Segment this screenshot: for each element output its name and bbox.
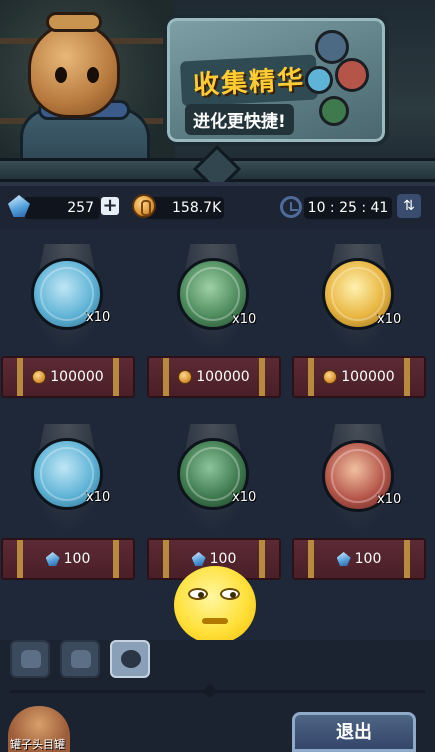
add-gems-button[interactable]: + (101, 197, 119, 215)
price-label: 100 (209, 551, 237, 567)
coin-icon (132, 194, 156, 218)
coin-icon (32, 370, 47, 384)
price-label: 100000 (196, 369, 250, 385)
essence-icon (121, 650, 141, 668)
coin-count: 158.7K (144, 197, 224, 219)
jars-icon (71, 650, 91, 668)
promo-title: 收集精华 (179, 54, 319, 107)
jar-eye (55, 67, 67, 83)
emoji-eye (220, 588, 240, 600)
banner: 收集精华 进化更快捷! (0, 0, 435, 182)
buy-button[interactable]: 100000 (292, 356, 426, 398)
item-quantity: x10 (232, 490, 257, 505)
jar-character-lid (46, 12, 102, 32)
promo-sign: 收集精华 进化更快捷! (163, 14, 389, 146)
exit-button[interactable]: 退出 (292, 712, 416, 752)
coin-icon (323, 370, 338, 384)
jar-character-head (28, 22, 120, 118)
jar-eye (87, 67, 99, 83)
coin-icon (178, 370, 193, 384)
item-quantity: x10 (232, 312, 257, 327)
item-quantity: x10 (86, 490, 111, 505)
promo-subtitle: 进化更快捷! (185, 104, 294, 135)
clock-icon (280, 196, 302, 218)
buy-button[interactable]: 100000 (1, 356, 135, 398)
gem-count: 257 (24, 197, 100, 219)
price-label: 100 (354, 551, 382, 567)
tab-jar-small[interactable] (10, 640, 50, 678)
buy-button[interactable]: 100 (292, 538, 426, 580)
buy-button[interactable]: 100 (1, 538, 135, 580)
essence-badge-icon (319, 96, 349, 126)
item-quantity: x10 (377, 492, 402, 507)
price-label: 100000 (341, 369, 395, 385)
essence-badge-icon (305, 66, 333, 94)
item-quantity: x10 (377, 312, 402, 327)
buy-button[interactable]: 100000 (147, 356, 281, 398)
tab-jar-large[interactable] (60, 640, 100, 678)
essence-badge-icon (335, 58, 369, 92)
jar-icon (21, 650, 41, 668)
refresh-timer: 10 : 25 : 41 (304, 197, 392, 219)
price-label: 100000 (50, 369, 104, 385)
avatar-label: 罐子头目罐 (10, 738, 65, 751)
emoji-mouth (202, 618, 228, 624)
item-quantity: x10 (86, 310, 111, 325)
refresh-button[interactable]: ⇅ (397, 194, 421, 218)
tab-essence[interactable] (110, 640, 150, 678)
gem-icon (336, 552, 351, 566)
gem-icon (45, 552, 60, 566)
emoji-eye (188, 588, 208, 600)
price-label: 100 (63, 551, 91, 567)
gem-icon (191, 552, 206, 566)
smirk-emoji-icon (174, 566, 256, 644)
